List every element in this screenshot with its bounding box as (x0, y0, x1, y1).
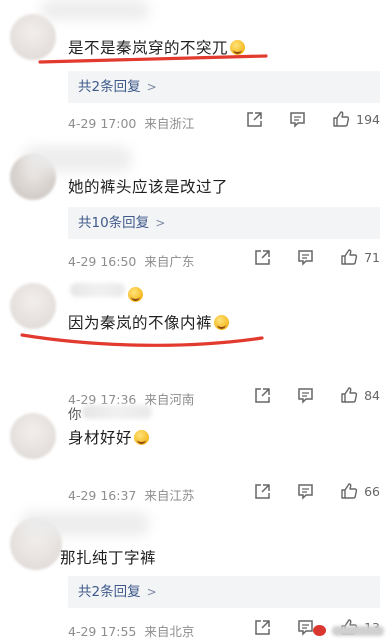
heart-eyes-emoji-icon (134, 430, 150, 445)
share-button[interactable] (254, 619, 271, 636)
username-prefix: 你 (68, 407, 82, 423)
chevron-right-icon: > (146, 585, 157, 599)
share-icon (255, 483, 270, 499)
avatar[interactable] (10, 14, 56, 60)
share-icon (247, 111, 262, 127)
comment-icon (298, 483, 313, 500)
username: 你 (68, 403, 82, 423)
comment-icon (290, 111, 305, 128)
thumbs-up-icon (333, 111, 350, 127)
avatar[interactable] (10, 413, 56, 459)
comment-text: 那扎纯丁字裤 (60, 546, 156, 568)
comment-meta: 4-29 16:50 来自广东 (68, 251, 194, 270)
comment-meta: 4-29 17:00 来自浙江 (68, 113, 194, 132)
comment-location: 来自浙江 (144, 116, 195, 131)
comment-item-2: 她的裤头应该是改过了 共10条回复 > 4-29 16:50 来自广东 71 (0, 140, 392, 275)
emoji-icon (128, 287, 143, 302)
weibo-logo-icon (313, 625, 326, 636)
comment-location: 来自北京 (144, 624, 195, 639)
reply-count-button[interactable]: 共2条回复 > (68, 576, 380, 608)
comment-button[interactable] (297, 483, 314, 500)
share-icon (255, 249, 270, 265)
comment-item-1: 是不是秦岚穿的不突兀 共2条回复 > 4-29 17:00 来自浙江 194 (0, 0, 392, 140)
laugh-emoji-icon (230, 40, 246, 55)
comment-date: 4-29 17:00 (68, 116, 137, 131)
comment-item-3: 因为秦岚的不像内裤 4-29 17:36 来自河南 84 (0, 275, 392, 407)
share-icon (255, 619, 270, 635)
weibo-watermark (313, 625, 384, 636)
comment-location: 来自广东 (144, 254, 195, 269)
comment-text: 身材好好 (68, 426, 150, 448)
share-button[interactable] (246, 111, 263, 128)
comment-meta: 4-29 16:37 来自江苏 (68, 485, 194, 504)
reply-count-label: 共2条回复 (78, 584, 141, 600)
like-count: 71 (364, 249, 380, 265)
comment-meta: 4-29 17:55 来自北京 (68, 621, 194, 640)
comment-button[interactable] (297, 249, 314, 266)
username-redacted (20, 512, 150, 536)
share-button[interactable] (254, 249, 271, 266)
comment-icon (298, 249, 313, 266)
reply-count-button[interactable]: 共10条回复 > (68, 207, 380, 239)
avatar[interactable] (10, 283, 56, 329)
comment-text-content: 那扎纯丁字裤 (60, 549, 157, 567)
like-button[interactable]: 71 (340, 248, 380, 266)
like-button[interactable]: 194 (332, 110, 380, 128)
chevron-right-icon: > (155, 216, 166, 230)
comment-date: 4-29 16:50 (68, 254, 137, 269)
reply-count-label: 共10条回复 (78, 215, 150, 231)
comment-text: 是不是秦岚穿的不突兀 (68, 36, 246, 58)
like-count: 194 (356, 111, 380, 127)
reply-count-button[interactable]: 共2条回复 > (68, 71, 380, 103)
comment-actions: 66 (228, 482, 380, 500)
watermark-handle-redacted (332, 625, 384, 636)
comment-actions: 194 (220, 110, 380, 128)
reply-count-label: 共2条回复 (78, 79, 141, 95)
comment-text-content: 身材好好 (68, 429, 133, 447)
comment-item-5: 那扎纯丁字裤 共2条回复> 4-29 17:55 来自北京 13 (0, 510, 392, 640)
comment-button[interactable] (289, 111, 306, 128)
comment-text-content: 是不是秦岚穿的不突兀 (68, 39, 229, 57)
comment-item-4: 你 身材好好 4-29 16:37 来自江苏 66 (0, 395, 392, 510)
comment-text-content: 她的裤头应该是改过了 (68, 178, 229, 196)
like-count: 66 (364, 483, 380, 499)
username-redacted (82, 405, 152, 419)
comment-date: 4-29 17:55 (68, 624, 137, 639)
thumbs-up-icon (341, 483, 358, 499)
chevron-right-icon: > (146, 80, 157, 94)
comment-button[interactable] (297, 619, 314, 636)
thumbs-up-icon (341, 249, 358, 265)
comment-location: 来自江苏 (144, 488, 195, 503)
like-button[interactable]: 66 (340, 482, 380, 500)
comment-actions: 71 (228, 248, 380, 266)
comment-text: 她的裤头应该是改过了 (68, 175, 228, 197)
laugh-emoji-icon (214, 315, 230, 330)
comment-icon (298, 619, 313, 636)
username-redacted (22, 146, 132, 172)
username-redacted (70, 283, 125, 297)
username-redacted (40, 0, 150, 20)
comment-text: 因为秦岚的不像内裤 (68, 311, 230, 333)
share-button[interactable] (254, 483, 271, 500)
comment-text-content: 因为秦岚的不像内裤 (68, 314, 213, 332)
comment-date: 4-29 16:37 (68, 488, 137, 503)
